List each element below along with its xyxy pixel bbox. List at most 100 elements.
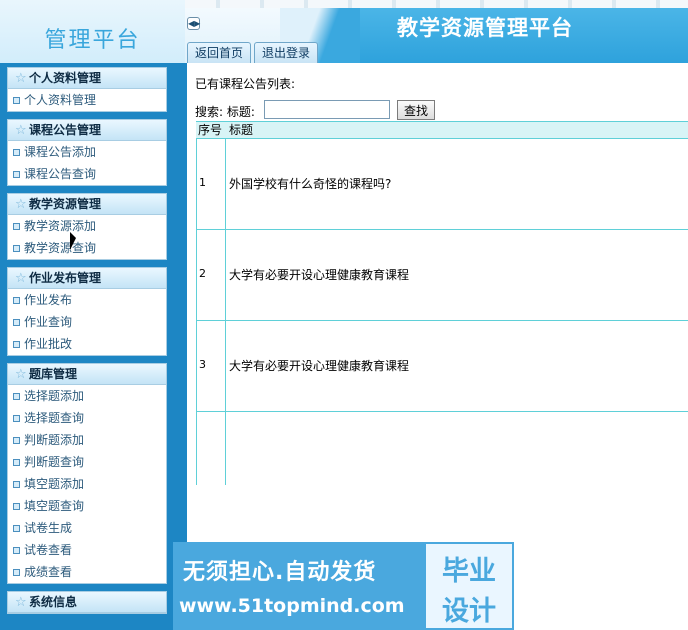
menu-head-resource[interactable]: ☆ 教学资源管理: [8, 194, 166, 215]
search-button[interactable]: 查找: [397, 100, 435, 120]
sidebar-item-homework-query[interactable]: 作业查询: [8, 311, 166, 333]
tab-logout[interactable]: 退出登录: [254, 42, 319, 63]
sidebar-item-choice-add[interactable]: 选择题添加: [8, 385, 166, 407]
menu-head-label: 个人资料管理: [29, 71, 102, 85]
star-icon: ☆: [15, 367, 27, 382]
sidebar-item-label: 成绩查看: [24, 565, 73, 579]
sidebar-item-homework-grade[interactable]: 作业批改: [8, 333, 166, 355]
row-number: 2: [199, 267, 206, 280]
sidebar-item-label: 作业查询: [24, 315, 73, 329]
sidebar-item-label: 判断题查询: [24, 455, 85, 469]
table-row: 2 大学有必要开设心理健康教育课程: [196, 230, 688, 321]
watermark-url: www.51topmind.com: [179, 595, 405, 617]
search-label: 搜索: 标题:: [195, 105, 255, 119]
sidebar-item-label: 教学资源查询: [24, 241, 97, 255]
bullet-icon: [13, 149, 20, 156]
watermark-banner: 无须担心.自动发货 www.51topmind.com 毕业 设计: [173, 542, 514, 630]
menu-head-label: 作业发布管理: [29, 271, 102, 285]
sidebar-item-label: 作业批改: [24, 337, 73, 351]
bullet-icon: [13, 437, 20, 444]
menu-head-label: 系统信息: [29, 595, 78, 609]
menu-group-profile: ☆ 个人资料管理 个人资料管理: [7, 67, 167, 112]
logo: 管理平台: [44, 28, 141, 53]
bullet-icon: [13, 97, 20, 104]
bullet-icon: [13, 297, 20, 304]
bullet-icon: [13, 547, 20, 554]
menu-head-label: 课程公告管理: [29, 123, 102, 137]
menu-head-label: 题库管理: [29, 367, 78, 381]
search-input[interactable]: [264, 100, 390, 119]
sidebar-item-paper-view[interactable]: 试卷查看: [8, 539, 166, 561]
menu-group-resource: ☆ 教学资源管理 教学资源添加 教学资源查询: [7, 193, 167, 260]
sidebar-item-resource-add[interactable]: 教学资源添加: [8, 215, 166, 237]
bullet-icon: [13, 459, 20, 466]
sidebar-item-fill-add[interactable]: 填空题添加: [8, 473, 166, 495]
menu-group-homework: ☆ 作业发布管理 作业发布 作业查询 作业批改: [7, 267, 167, 356]
row-title[interactable]: 大学有必要开设心理健康教育课程: [229, 266, 409, 283]
sidebar-item-label: 课程公告查询: [24, 167, 97, 181]
collapse-toggle-icon[interactable]: ◀▶: [187, 17, 200, 30]
menu-head-question-bank[interactable]: ☆ 题库管理: [8, 364, 166, 385]
star-icon: ☆: [15, 271, 27, 286]
bullet-icon: [13, 223, 20, 230]
menu-group-system: ☆ 系统信息: [7, 591, 167, 614]
menu-head-announcement[interactable]: ☆ 课程公告管理: [8, 120, 166, 141]
menu-head-homework[interactable]: ☆ 作业发布管理: [8, 268, 166, 289]
menu-head-profile[interactable]: ☆ 个人资料管理: [8, 68, 166, 89]
column-header-no: 序号: [198, 123, 223, 137]
bullet-icon: [13, 341, 20, 348]
menu-head-label: 教学资源管理: [29, 197, 102, 211]
menu-head-system[interactable]: ☆ 系统信息: [8, 592, 166, 613]
menu-group-announcement: ☆ 课程公告管理 课程公告添加 课程公告查询: [7, 119, 167, 186]
bullet-icon: [13, 503, 20, 510]
sidebar-item-judge-add[interactable]: 判断题添加: [8, 429, 166, 451]
sidebar-item-profile[interactable]: 个人资料管理: [8, 89, 166, 111]
bullet-icon: [13, 319, 20, 326]
sidebar-item-score-view[interactable]: 成绩查看: [8, 561, 166, 583]
sidebar-item-label: 作业发布: [24, 293, 73, 307]
sidebar-item-judge-query[interactable]: 判断题查询: [8, 451, 166, 473]
sidebar-item-paper-generate[interactable]: 试卷生成: [8, 517, 166, 539]
star-icon: ☆: [15, 71, 27, 86]
header: 管理平台 教学资源管理平台 ◀▶ 返回首页 退出登录: [0, 0, 688, 63]
sidebar: ☆ 个人资料管理 个人资料管理 ☆ 课程公告管理 课程公告添加 课程公告查询 ☆ 教学…: [0, 63, 187, 630]
table-row: 1 外国学校有什么奇怪的课程吗?: [196, 139, 688, 230]
bullet-icon: [13, 171, 20, 178]
sidebar-item-label: 个人资料管理: [24, 93, 97, 107]
sidebar-item-label: 课程公告添加: [24, 145, 97, 159]
sidebar-item-label: 教学资源添加: [24, 219, 97, 233]
watermark-badge-line1: 毕业: [442, 556, 496, 587]
sidebar-item-label: 选择题查询: [24, 411, 85, 425]
column-header-title: 标题: [229, 123, 254, 137]
row-number: 1: [199, 176, 206, 189]
watermark-badge-line2: 设计: [442, 596, 496, 627]
bullet-icon: [13, 481, 20, 488]
watermark-slogan: 无须担心.自动发货: [183, 560, 377, 585]
sidebar-item-label: 选择题添加: [24, 389, 85, 403]
row-title[interactable]: 外国学校有什么奇怪的课程吗?: [229, 175, 391, 192]
sidebar-item-label: 试卷生成: [24, 521, 73, 535]
menu-group-question-bank: ☆ 题库管理 选择题添加 选择题查询 判断题添加 判断题查询 填空题添加 填空题查…: [7, 363, 167, 584]
bullet-icon: [13, 393, 20, 400]
bullet-icon: [13, 569, 20, 576]
section-title: 已有课程公告列表:: [195, 77, 296, 91]
sidebar-item-label: 试卷查看: [24, 543, 73, 557]
mouse-cursor-icon: [70, 232, 76, 250]
bullet-icon: [13, 245, 20, 252]
sidebar-item-fill-query[interactable]: 填空题查询: [8, 495, 166, 517]
sidebar-item-announcement-add[interactable]: 课程公告添加: [8, 141, 166, 163]
sidebar-item-choice-query[interactable]: 选择题查询: [8, 407, 166, 429]
sidebar-item-announcement-query[interactable]: 课程公告查询: [8, 163, 166, 185]
star-icon: ☆: [15, 197, 27, 212]
logo-area: 管理平台: [0, 0, 185, 63]
row-title[interactable]: 大学有必要开设心理健康教育课程: [229, 357, 409, 374]
sidebar-item-resource-query[interactable]: 教学资源查询: [8, 237, 166, 259]
tab-home[interactable]: 返回首页: [187, 42, 252, 63]
sidebar-item-label: 填空题添加: [24, 477, 85, 491]
sidebar-item-label: 填空题查询: [24, 499, 85, 513]
table-header: 序号 标题: [196, 121, 688, 139]
announcement-table: 序号 标题 1 外国学校有什么奇怪的课程吗? 2 大学有必要开设心理健康教育课程…: [196, 121, 688, 485]
watermark-badge: 毕业 设计: [426, 544, 512, 628]
star-icon: ☆: [15, 595, 27, 610]
sidebar-item-homework-publish[interactable]: 作业发布: [8, 289, 166, 311]
